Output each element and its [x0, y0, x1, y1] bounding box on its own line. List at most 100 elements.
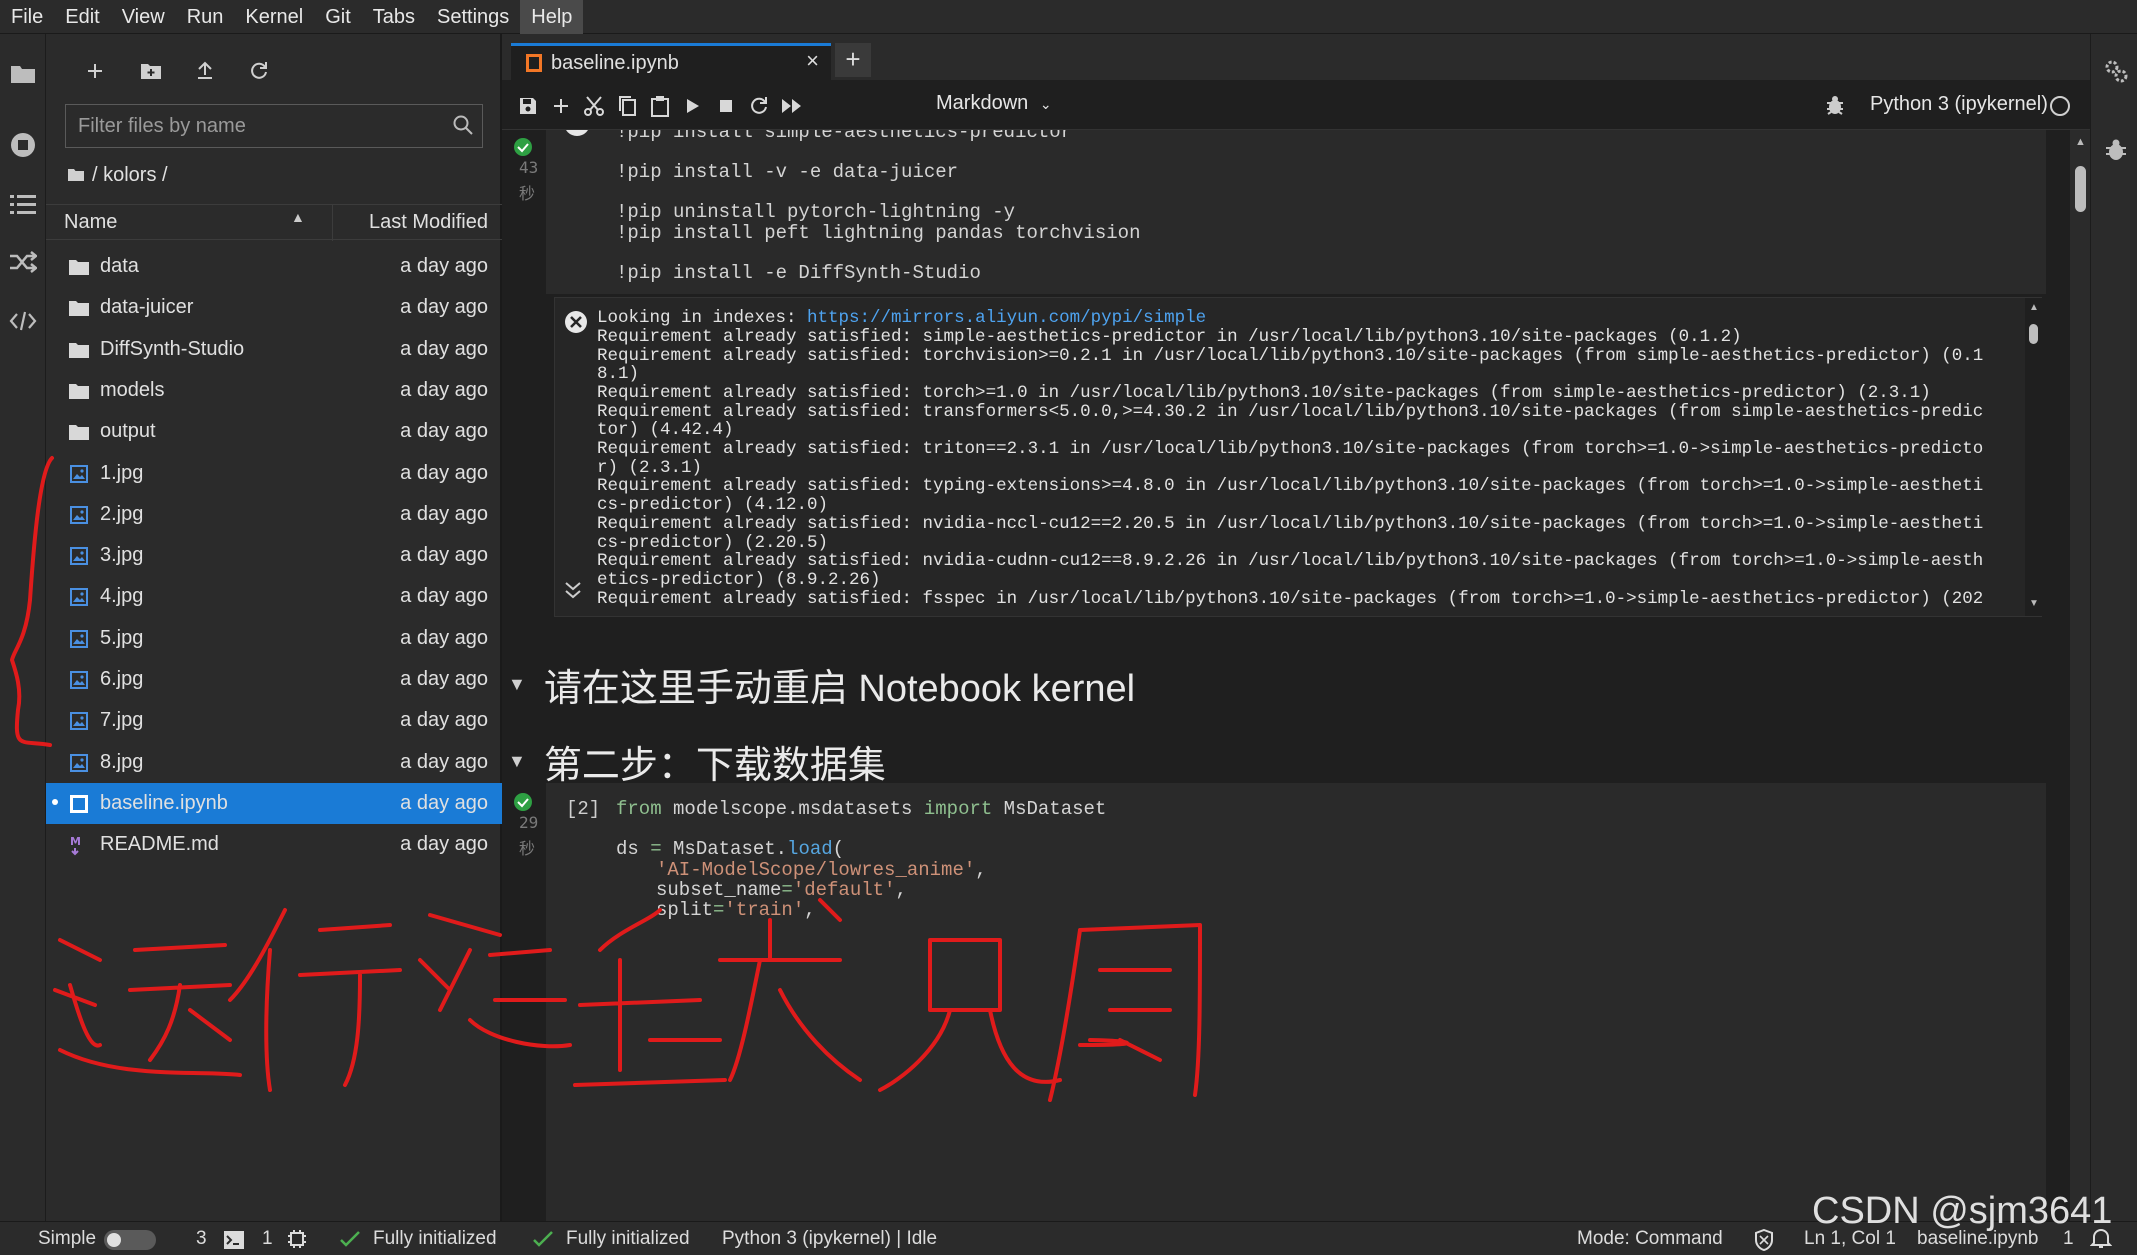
stop-icon[interactable] [712, 92, 740, 120]
paste-icon[interactable] [646, 92, 674, 120]
right-sidebar [2090, 34, 2137, 1221]
notebook-scrollbar-thumb[interactable] [2075, 166, 2086, 212]
restart-icon[interactable] [745, 92, 773, 120]
output-line: Requirement already satisfied: transform… [597, 402, 1984, 422]
tab-label: baseline.ipynb [551, 52, 679, 74]
output-line: 8.1) [597, 364, 640, 384]
file-modified: a day ago [400, 296, 488, 319]
kernels-count[interactable]: 1 [262, 1228, 273, 1250]
execution-time-value: 43 [519, 158, 539, 177]
file-row[interactable]: DiffSynth-Studio a day ago [46, 329, 502, 370]
kernel-status-text[interactable]: Python 3 (ipykernel) | Idle [722, 1228, 937, 1250]
home-folder-icon[interactable] [68, 164, 84, 187]
file-row[interactable]: 5.jpg a day ago [46, 618, 502, 659]
upload-button[interactable] [188, 54, 222, 88]
output-line: etics-predictor) (8.9.2.26) [597, 570, 881, 590]
kernel-chip-icon [287, 1229, 307, 1255]
heading-text: 第二步：下载数据集 [543, 745, 886, 787]
menu-run[interactable]: Run [176, 0, 235, 34]
sort-up-icon: ▲ [291, 209, 305, 225]
output-scrollbar[interactable]: ▲ ▼ [2025, 298, 2042, 616]
lsp-icon [532, 1230, 556, 1254]
markdown-heading-2[interactable]: ▼ 第二步：下载数据集 [508, 734, 886, 789]
lsp-status-2[interactable]: Fully initialized [566, 1228, 690, 1250]
terminals-count[interactable]: 3 [196, 1228, 207, 1250]
column-name[interactable]: Name [64, 211, 117, 234]
menu-kernel[interactable]: Kernel [234, 0, 314, 34]
index-url-link[interactable]: https://mirrors.aliyun.com/pypi/simple [807, 308, 1206, 328]
cell-type-select[interactable]: Markdown ⌄ [936, 92, 1052, 115]
property-inspector-gear-icon[interactable] [2103, 58, 2129, 89]
scroll-up-arrow[interactable]: ▲ [2075, 136, 2086, 148]
close-icon[interactable]: × [806, 48, 819, 74]
chevrons-down-icon[interactable] [564, 580, 582, 605]
new-tab-button[interactable]: + [835, 43, 871, 77]
mode-indicator[interactable]: Mode: Command [1577, 1228, 1723, 1250]
file-row[interactable]: 8.jpg a day ago [46, 742, 502, 783]
code-cell-1[interactable]: !pip install simple-aesthetics-predictor… [546, 130, 2046, 294]
menu-settings[interactable]: Settings [426, 0, 520, 34]
menu-view[interactable]: View [111, 0, 176, 34]
file-row[interactable]: baseline.ipynb a day ago [46, 782, 502, 824]
new-folder-button[interactable] [134, 54, 168, 88]
column-divider[interactable] [332, 205, 333, 241]
markdown-heading-1[interactable]: ▼ 请在这里手动重启 Notebook kernel [508, 657, 1135, 712]
breadcrumb-path[interactable]: / kolors / [92, 164, 168, 187]
bug-icon[interactable] [1825, 94, 1845, 121]
code-line: from modelscope.msdatasets import MsData… [616, 798, 1107, 820]
file-row[interactable]: data-juicer a day ago [46, 287, 502, 328]
simple-mode-label: Simple [38, 1228, 97, 1249]
shield-icon[interactable] [1754, 1228, 1774, 1255]
kernel-name[interactable]: Python 3 (ipykernel) [1870, 93, 2048, 116]
running-kernels-icon[interactable] [8, 130, 38, 160]
new-launcher-button[interactable] [78, 54, 112, 88]
file-row[interactable]: 2.jpg a day ago [46, 494, 502, 535]
output-line: cs-predictor) (4.12.0) [597, 495, 829, 515]
execution-prompt: [2] [566, 798, 601, 820]
notebook-panel: 43 秒 !pip install simple-aesthetics-pred… [502, 130, 2070, 1221]
file-row[interactable]: data a day ago [46, 246, 502, 287]
folder-icon[interactable] [8, 58, 38, 88]
file-name: DiffSynth-Studio [100, 337, 245, 360]
cell-collapse-icon[interactable] [564, 130, 590, 136]
menu-git[interactable]: Git [314, 0, 362, 34]
cut-icon[interactable] [580, 92, 608, 120]
scroll-down-arrow[interactable]: ▼ [2029, 598, 2039, 609]
fast-forward-icon[interactable] [778, 92, 806, 120]
menu-file[interactable]: File [0, 0, 54, 34]
insert-cell-icon[interactable] [547, 92, 575, 120]
copy-icon[interactable] [613, 92, 641, 120]
notebook-scrollbar[interactable]: ▲ [2070, 130, 2090, 1221]
scroll-up-arrow[interactable]: ▲ [2029, 302, 2039, 313]
menu-help[interactable]: Help [520, 0, 584, 34]
lsp-status-1[interactable]: Fully initialized [373, 1228, 497, 1250]
save-icon[interactable] [514, 92, 542, 120]
file-row[interactable]: 3.jpg a day ago [46, 535, 502, 576]
file-modified: a day ago [400, 502, 488, 525]
menu-tabs[interactable]: Tabs [362, 0, 426, 34]
simple-mode-toggle[interactable] [104, 1230, 156, 1250]
code-icon[interactable] [8, 306, 38, 336]
column-last-modified[interactable]: Last Modified [369, 211, 488, 234]
collapse-caret-icon[interactable]: ▼ [508, 674, 526, 695]
file-row[interactable]: output a day ago [46, 411, 502, 452]
code-cell-2[interactable]: [2] from modelscope.msdatasets import Ms… [546, 783, 2046, 1221]
debugger-bug-icon[interactable] [2105, 138, 2127, 167]
git-shuffle-icon[interactable] [8, 247, 38, 277]
table-of-contents-icon[interactable] [8, 189, 38, 219]
refresh-button[interactable] [242, 54, 276, 88]
tab-baseline-ipynb[interactable]: baseline.ipynb × [511, 43, 831, 80]
file-name: 8.jpg [100, 750, 144, 773]
file-row[interactable]: 7.jpg a day ago [46, 700, 502, 741]
menu-edit[interactable]: Edit [54, 0, 110, 34]
output-scrollbar-thumb[interactable] [2029, 324, 2038, 344]
collapse-caret-icon[interactable]: ▼ [508, 751, 526, 772]
run-icon[interactable] [679, 92, 707, 120]
file-row[interactable]: models a day ago [46, 370, 502, 411]
filter-files-input[interactable] [66, 105, 482, 147]
file-row[interactable]: 4.jpg a day ago [46, 576, 502, 617]
file-name: 7.jpg [100, 709, 144, 732]
file-row[interactable]: 1.jpg a day ago [46, 453, 502, 494]
file-row[interactable]: M README.md a day ago [46, 824, 502, 865]
file-row[interactable]: 6.jpg a day ago [46, 659, 502, 700]
